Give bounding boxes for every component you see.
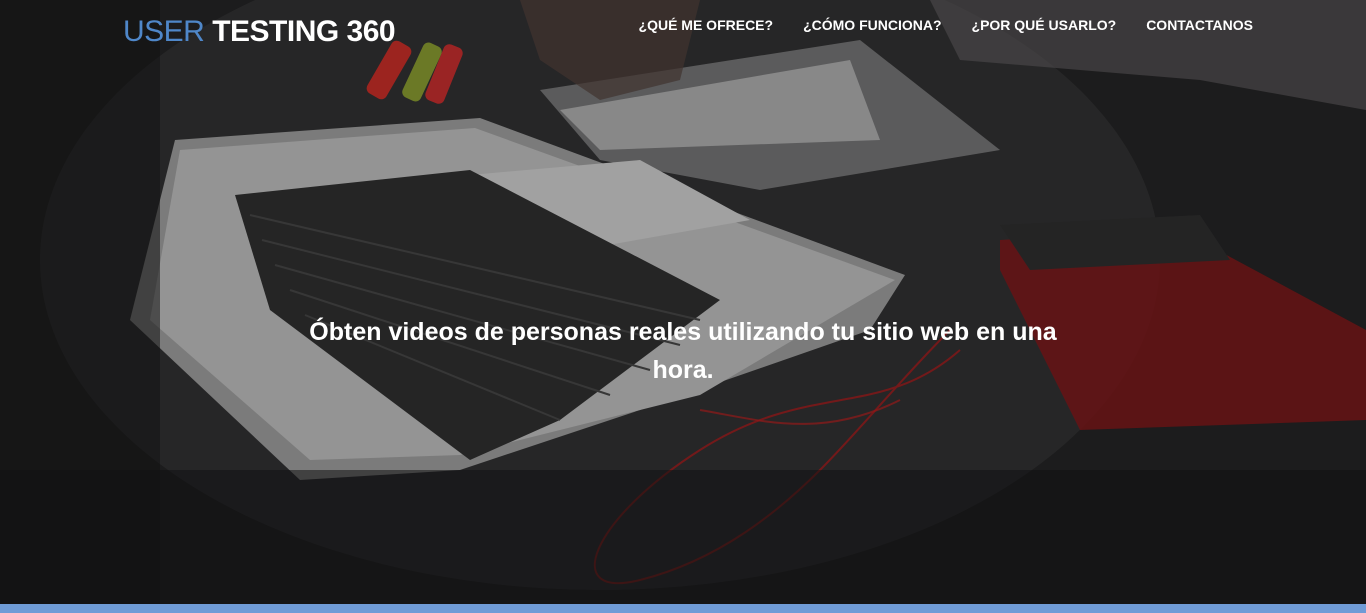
bottom-accent-bar <box>0 604 1366 613</box>
nav-item-contactanos[interactable]: CONTACTANOS <box>1146 17 1253 33</box>
hero-headline: Óbten videos de personas reales utilizan… <box>309 318 1057 384</box>
site-logo[interactable]: USER TESTING 360 <box>123 14 396 50</box>
dark-overlay <box>0 0 1366 604</box>
main-nav: ¿QUÉ ME OFRECE? ¿CÓMO FUNCIONA? ¿POR QUÉ… <box>639 17 1253 33</box>
hero-headline-container: Óbten videos de personas reales utilizan… <box>0 313 1366 389</box>
hero-section: USER TESTING 360 ¿QUÉ ME OFRECE? ¿CÓMO F… <box>0 0 1366 604</box>
nav-item-por-que-usarlo[interactable]: ¿POR QUÉ USARLO? <box>972 17 1117 33</box>
nav-item-que-me-ofrece[interactable]: ¿QUÉ ME OFRECE? <box>639 17 774 33</box>
logo-text-testing-360: TESTING 360 <box>212 15 396 48</box>
logo-text-user: USER <box>123 15 205 48</box>
nav-item-como-funciona[interactable]: ¿CÓMO FUNCIONA? <box>803 17 941 33</box>
